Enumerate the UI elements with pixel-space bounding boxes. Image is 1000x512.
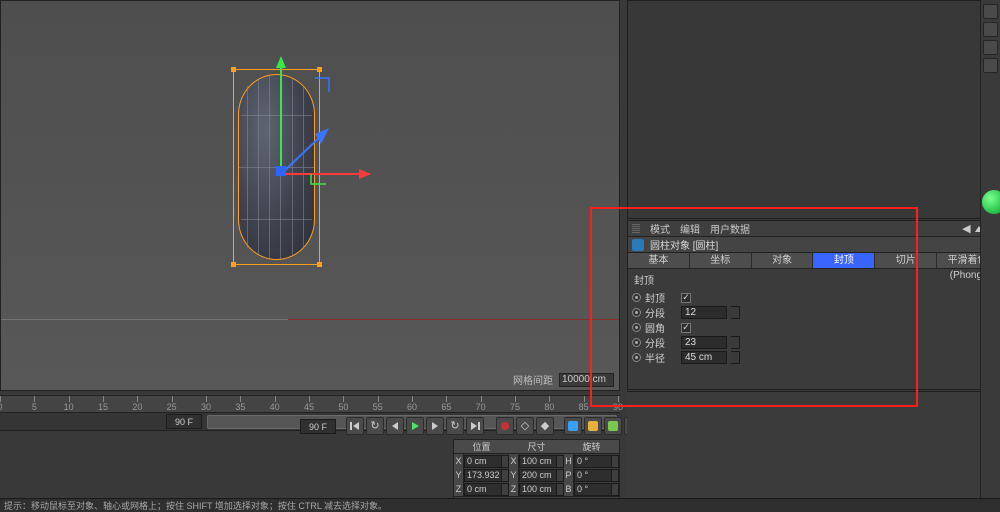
anim-dot-icon[interactable]: [632, 338, 641, 347]
attr-section-title: 封顶: [628, 269, 999, 290]
attr-tabs: 基本坐标对象封顶切片平滑着色(Phong): [628, 253, 999, 269]
current-frame-field[interactable]: 90 F: [166, 414, 202, 429]
spinner-icon[interactable]: [502, 455, 509, 468]
coords-hdr-size: 尺寸: [509, 440, 564, 453]
seg-fillet-input[interactable]: [681, 336, 727, 349]
grid-spacing-input[interactable]: [559, 373, 614, 387]
grid-spacing: 网格间距: [513, 372, 614, 387]
timeline-ruler[interactable]: 051015202530354045505560657075808590: [0, 395, 620, 413]
keyframe-button[interactable]: ◆: [536, 417, 554, 435]
right-icon-rail: [980, 0, 1000, 512]
axis-x-ground: [288, 319, 619, 320]
end-frame-field[interactable]: 90 F: [300, 419, 336, 434]
prev-frame-button[interactable]: [386, 417, 404, 435]
seg-top-input[interactable]: [681, 306, 727, 319]
mode-icon[interactable]: [564, 417, 582, 435]
pos-Z-input[interactable]: [464, 483, 502, 496]
spinner-icon[interactable]: [612, 455, 619, 468]
anim-dot-icon[interactable]: [632, 323, 641, 332]
pos-Y-input[interactable]: [464, 469, 502, 482]
prop-fillet: 圆角: [628, 320, 999, 335]
play-button[interactable]: [406, 417, 424, 435]
attr-menu-edit[interactable]: 编辑: [680, 221, 700, 236]
rail-icon[interactable]: [983, 22, 998, 37]
attr-object-title: 圆柱对象 [圆柱]: [628, 237, 999, 253]
size-Y-input[interactable]: [519, 469, 557, 482]
object-manager-empty[interactable]: [627, 0, 1000, 219]
spinner-icon[interactable]: [731, 306, 740, 319]
coords-hdr-pos: 位置: [454, 440, 509, 453]
attr-menu-mode[interactable]: 模式: [650, 221, 670, 236]
anim-dot-icon[interactable]: [632, 308, 641, 317]
spinner-icon[interactable]: [612, 469, 619, 482]
rail-icon[interactable]: [983, 40, 998, 55]
to-end-button[interactable]: [466, 417, 484, 435]
coords-row: ZZB: [454, 482, 619, 496]
cap-top-checkbox[interactable]: [681, 293, 691, 303]
coords-row: XXH: [454, 454, 619, 468]
radius-input[interactable]: [681, 351, 727, 364]
attr-menu-bar: 模式 编辑 用户数据 ◀ ▶: [628, 221, 999, 237]
to-start-button[interactable]: [346, 417, 364, 435]
spinner-icon[interactable]: [557, 455, 564, 468]
attr-nav-back-icon[interactable]: ◀: [962, 222, 970, 235]
mode-icon[interactable]: [604, 417, 622, 435]
prop-cap-top: 封顶: [628, 290, 999, 305]
loop-range-button[interactable]: ↻: [446, 417, 464, 435]
cylinder-icon: [632, 239, 644, 251]
spinner-icon[interactable]: [557, 469, 564, 482]
attr-tab[interactable]: 封顶: [813, 253, 875, 268]
fillet-checkbox[interactable]: [681, 323, 691, 333]
autokey-button[interactable]: ◇: [516, 417, 534, 435]
attr-menu-userdata[interactable]: 用户数据: [710, 221, 750, 236]
spinner-icon[interactable]: [731, 336, 740, 349]
prop-radius: 半径: [628, 350, 999, 365]
attr-tab[interactable]: 对象: [752, 253, 814, 268]
spinner-icon[interactable]: [557, 483, 564, 496]
attr-tab[interactable]: 坐标: [690, 253, 752, 268]
app-root: 网格间距 05101520253035404550556065707580859…: [0, 0, 1000, 512]
prop-seg-top: 分段: [628, 305, 999, 320]
pos-X-input[interactable]: [464, 455, 502, 468]
coords-hdr-rot: 旋转: [564, 440, 619, 453]
attr-object-name: 圆柱对象 [圆柱]: [650, 237, 718, 252]
attr-tab[interactable]: 切片: [875, 253, 937, 268]
coords-row: YYP: [454, 468, 619, 482]
grid-spacing-label: 网格间距: [513, 372, 553, 387]
lower-right-panel: [627, 391, 1000, 512]
spinner-icon[interactable]: [502, 469, 509, 482]
size-X-input[interactable]: [519, 455, 557, 468]
record-button[interactable]: [496, 417, 514, 435]
selection-bbox: [233, 69, 320, 265]
anim-dot-icon[interactable]: [632, 353, 641, 362]
next-frame-button[interactable]: [426, 417, 444, 435]
prop-seg-fillet: 分段: [628, 335, 999, 350]
rot-Z-input[interactable]: [574, 483, 612, 496]
spinner-icon[interactable]: [731, 351, 740, 364]
rail-icon[interactable]: [983, 58, 998, 73]
rail-icon[interactable]: [983, 4, 998, 19]
rot-Y-input[interactable]: [574, 469, 612, 482]
attr-tab[interactable]: 基本: [628, 253, 690, 268]
size-Z-input[interactable]: [519, 483, 557, 496]
mode-icon[interactable]: [584, 417, 602, 435]
watermark-dot: [982, 190, 1000, 214]
anim-dot-icon[interactable]: [632, 293, 641, 302]
loop-button[interactable]: ↻: [366, 417, 384, 435]
panel-grip-icon[interactable]: [632, 224, 640, 234]
attribute-manager: 模式 编辑 用户数据 ◀ ▶ 圆柱对象 [圆柱] 基本坐标对象封顶切片平滑着色(…: [627, 220, 1000, 390]
rot-X-input[interactable]: [574, 455, 612, 468]
status-bar: 提示：移动鼠标至对象、轴心或网格上；按住 SHIFT 增加选择对象；按住 CTR…: [0, 498, 1000, 512]
spinner-icon[interactable]: [612, 483, 619, 496]
spinner-icon[interactable]: [502, 483, 509, 496]
viewport[interactable]: 网格间距: [0, 0, 620, 391]
